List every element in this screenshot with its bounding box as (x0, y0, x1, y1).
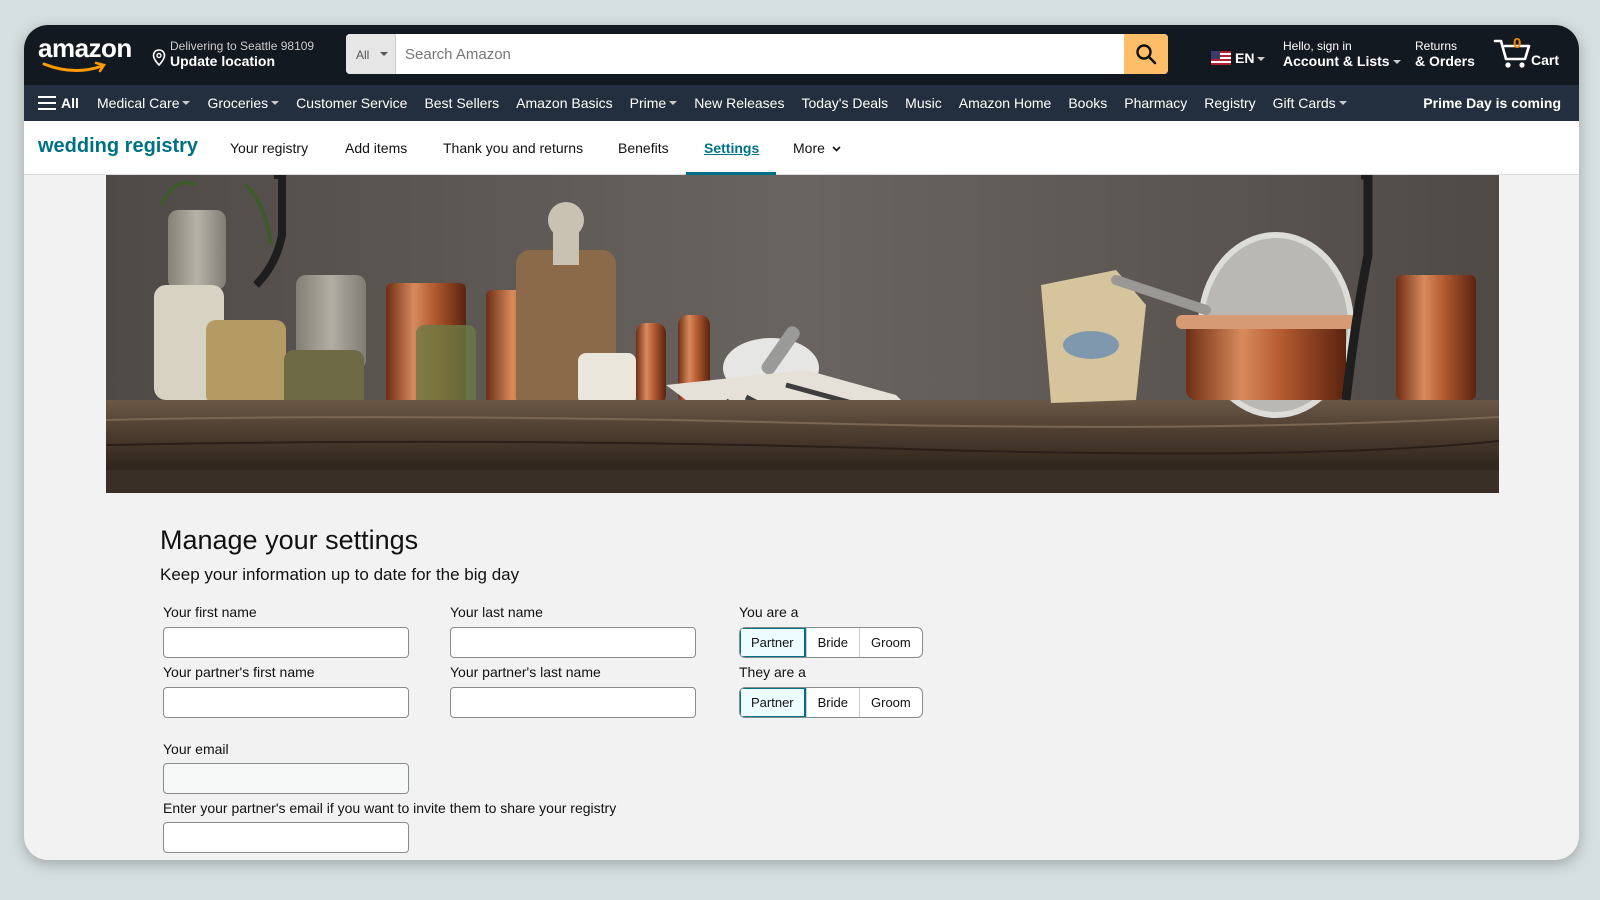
returns-orders-link[interactable]: Returns & Orders (1415, 39, 1475, 69)
partner-last-name-field[interactable] (450, 687, 696, 718)
tab-more-label: More (793, 140, 825, 156)
us-flag-icon (1211, 51, 1231, 65)
nav-item-amazon-home[interactable]: Amazon Home (959, 95, 1052, 111)
nav-item-label: Prime (629, 95, 667, 111)
partner-email-label: Enter your partner's email if you want t… (163, 800, 617, 816)
logo-wordmark: amazon (38, 33, 132, 63)
tab-thank-you-returns[interactable]: Thank you and returns (443, 140, 583, 156)
nav-item-amazon-basics[interactable]: Amazon Basics (516, 95, 612, 111)
page-title: Manage your settings (160, 525, 419, 555)
they-are-role-selector: Partner Bride Groom (739, 687, 923, 718)
chevron-down-icon (380, 52, 388, 56)
tab-benefits[interactable]: Benefits (618, 140, 669, 156)
chevron-down-icon (1257, 57, 1266, 62)
tab-your-registry[interactable]: Your registry (230, 140, 308, 156)
search-category-label: All (356, 48, 370, 62)
returns-line-1: Returns (1415, 39, 1458, 53)
first-name-field[interactable] (163, 627, 409, 658)
chevron-down-icon (1392, 60, 1401, 65)
location-pin-icon (152, 49, 166, 66)
first-name-label: Your first name (163, 604, 257, 620)
you-are-role-selector: Partner Bride Groom (739, 627, 923, 658)
they-are-bride-option[interactable]: Bride (805, 688, 859, 717)
nav-item-prime[interactable]: Prime (630, 95, 678, 111)
partner-email-field[interactable] (163, 822, 409, 853)
cart-icon (1493, 39, 1531, 68)
last-name-label: Your last name (450, 604, 543, 620)
cart-count: 0 (1513, 35, 1522, 52)
nav-item-label: Medical Care (97, 95, 180, 111)
last-name-field[interactable] (450, 627, 696, 658)
chevron-down-icon (669, 101, 678, 105)
nav-item-customer-service[interactable]: Customer Service (296, 95, 407, 111)
chevron-down-icon (1338, 101, 1347, 105)
they-are-label: They are a (739, 664, 806, 680)
top-header: amazon Delivering to Seattle 98109 Updat… (24, 25, 1579, 85)
email-field[interactable] (163, 763, 409, 794)
tab-settings[interactable]: Settings (704, 140, 759, 156)
tab-add-items[interactable]: Add items (345, 140, 407, 156)
search-icon (1136, 44, 1157, 65)
they-are-groom-option[interactable]: Groom (859, 688, 922, 717)
you-are-partner-option[interactable]: Partner (740, 628, 806, 657)
nav-item-groceries[interactable]: Groceries (207, 95, 280, 111)
search-input[interactable] (397, 34, 1127, 74)
email-label: Your email (163, 741, 229, 757)
cart-label: Cart (1531, 52, 1560, 68)
you-are-bride-option[interactable]: Bride (805, 628, 859, 657)
search-category-dropdown[interactable]: All (346, 34, 396, 74)
nav-item-label: Gift Cards (1272, 95, 1336, 111)
account-lists-label: Account & Lists (1283, 53, 1390, 69)
they-are-partner-option[interactable]: Partner (740, 688, 806, 717)
amazon-logo[interactable]: amazon (38, 33, 136, 73)
main-nav: All Medical Care Groceries Customer Serv… (24, 85, 1579, 121)
nav-item-medical-care[interactable]: Medical Care (97, 95, 191, 111)
nav-item-pharmacy[interactable]: Pharmacy (1124, 95, 1187, 111)
account-menu[interactable]: Hello, sign in Account & Lists (1283, 39, 1401, 69)
partner-last-name-label: Your partner's last name (450, 664, 601, 680)
delivery-line-2: Update location (170, 53, 276, 69)
language-label: EN (1235, 50, 1255, 66)
nav-item-registry[interactable]: Registry (1204, 95, 1255, 111)
cart-button[interactable]: 0 Cart (1493, 35, 1573, 75)
chevron-down-icon (271, 101, 280, 105)
logo-smile-icon (42, 61, 107, 73)
nav-item-todays-deals[interactable]: Today's Deals (801, 95, 888, 111)
page-subtitle: Keep your information up to date for the… (160, 565, 520, 584)
search-bar: All (346, 34, 1168, 74)
partner-first-name-field[interactable] (163, 687, 409, 718)
account-greeting: Hello, sign in (1283, 39, 1352, 53)
returns-line-2: & Orders (1415, 53, 1475, 69)
search-button[interactable] (1124, 34, 1168, 74)
all-menu-label: All (61, 95, 79, 111)
nav-item-label: Groceries (207, 95, 269, 111)
registry-subnav: wedding registry Your registry Add items… (24, 121, 1579, 175)
you-are-label: You are a (739, 604, 799, 620)
partner-first-name-label: Your partner's first name (163, 664, 315, 680)
prime-day-promo[interactable]: Prime Day is coming (1423, 95, 1561, 111)
all-menu-button[interactable]: All (38, 95, 79, 111)
you-are-groom-option[interactable]: Groom (859, 628, 922, 657)
chevron-down-icon (832, 146, 841, 152)
tab-more[interactable]: More (793, 140, 841, 156)
chevron-down-icon (182, 101, 191, 105)
nav-item-new-releases[interactable]: New Releases (694, 95, 784, 111)
nav-item-best-sellers[interactable]: Best Sellers (424, 95, 499, 111)
browser-window: amazon Delivering to Seattle 98109 Updat… (24, 25, 1579, 860)
hero-kitchen-shelf-image (106, 175, 1499, 493)
delivery-line-1: Delivering to Seattle 98109 (170, 39, 315, 53)
nav-item-music[interactable]: Music (905, 95, 942, 111)
registry-brand[interactable]: wedding registry (38, 135, 198, 158)
hamburger-menu-icon (38, 96, 56, 110)
nav-item-books[interactable]: Books (1068, 95, 1107, 111)
nav-item-gift-cards[interactable]: Gift Cards (1273, 95, 1347, 111)
